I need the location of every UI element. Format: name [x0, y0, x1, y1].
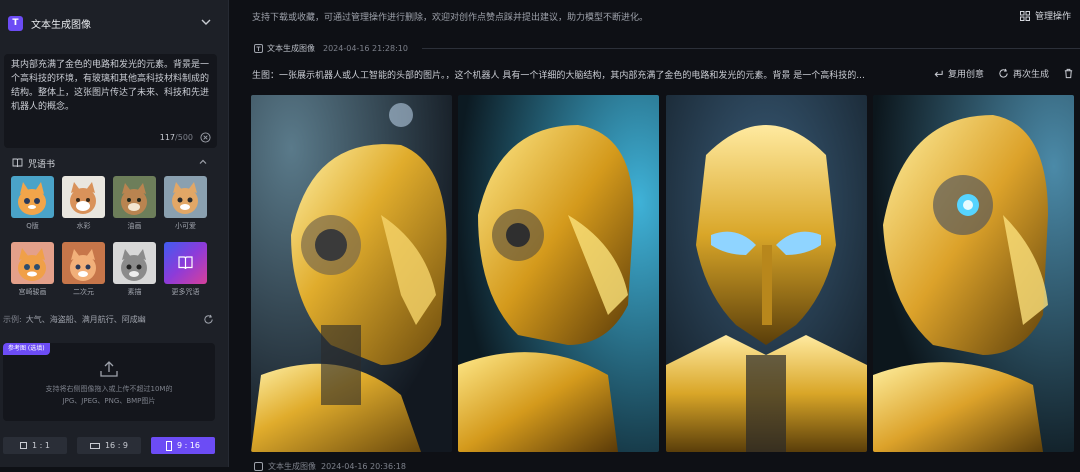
- record-prompt: 生图：一张展示机器人或人工智能的头部的图片。，这个机器人 具有一个详细的大脑结构…: [252, 71, 865, 80]
- examples-row: 示例: 大气、海盗船、满月航行、阿成幽: [3, 314, 218, 326]
- chevron-up-icon[interactable]: [198, 157, 208, 167]
- style-card-anime[interactable]: 二次元: [62, 242, 105, 300]
- chevron-down-icon[interactable]: [200, 16, 212, 28]
- reference-badge: 参考图 (选填): [3, 343, 50, 355]
- delete-button[interactable]: [1063, 68, 1074, 79]
- record-actions: 复用创意 再次生成: [933, 67, 1074, 80]
- style-card-watercolor[interactable]: 水彩: [62, 176, 105, 234]
- prompt-text[interactable]: 其内部充满了金色的电路和发光的元素。背景是一个高科技的环境，有玻璃和其他高科技材…: [11, 58, 211, 122]
- reuse-icon: [934, 70, 943, 78]
- style-card-cute[interactable]: 小可爱: [164, 176, 207, 234]
- record-tag: 文本生成图像: [267, 43, 315, 53]
- tool-title: 文本生成图像: [31, 19, 91, 31]
- spellbook-label: 咒语书: [28, 159, 56, 170]
- grid-icon: [1019, 10, 1030, 21]
- sidebar: T 文本生成图像 其内部充满了金色的电路和发光的元素。背景是一个高科技的环境，有…: [0, 0, 229, 467]
- text-tool-logo: T: [8, 15, 23, 31]
- square-ratio-icon: [20, 442, 28, 449]
- cat-thumbnail: [11, 176, 54, 218]
- manage-button[interactable]: 管理操作: [1019, 9, 1071, 22]
- upload-icon: [100, 361, 118, 377]
- divider: [421, 47, 1080, 49]
- record-header: 文本生成图像 2024-04-16 21:28:10: [254, 42, 1080, 54]
- result-image-4[interactable]: [873, 95, 1074, 452]
- more-spells-thumbnail: [164, 242, 207, 284]
- examples-list[interactable]: 大气、海盗船、满月航行、阿成幽: [26, 314, 146, 326]
- record-time: 2024-04-16 21:28:10: [323, 43, 408, 53]
- refresh-icon[interactable]: [203, 314, 214, 325]
- ratio-9-16-button[interactable]: 9 : 16: [151, 437, 215, 454]
- reference-upload[interactable]: 参考图 (选填) 支持将右侧图像拖入或上传不超过10M的 JPG、JPEG、PN…: [3, 343, 215, 421]
- ratio-1-1-button[interactable]: 1 : 1: [3, 437, 67, 454]
- regenerate-icon: [999, 68, 1008, 78]
- cat-thumbnail: [11, 242, 54, 284]
- text-tool-icon: [254, 43, 263, 53]
- result-image-3[interactable]: [666, 95, 867, 452]
- style-card-ghibli[interactable]: 宫崎骏画: [11, 242, 54, 300]
- style-card-more[interactable]: 更多咒语: [164, 242, 207, 300]
- book-icon: [12, 158, 23, 168]
- style-card-sketch[interactable]: 素描: [113, 242, 156, 300]
- char-counter: 117/500: [159, 133, 193, 142]
- cat-thumbnail: [113, 176, 156, 218]
- upload-hint-line1: 支持将右侧图像拖入或上传不超过10M的: [45, 385, 173, 393]
- tool-selector[interactable]: T 文本生成图像: [0, 0, 228, 46]
- manage-label: 管理操作: [1034, 12, 1071, 22]
- cat-thumbnail: [164, 176, 207, 218]
- prompt-input[interactable]: 其内部充满了金色的电路和发光的元素。背景是一个高科技的环境，有玻璃和其他高科技材…: [4, 54, 217, 148]
- style-card-q[interactable]: Q版: [11, 176, 54, 234]
- result-image-1[interactable]: [251, 95, 452, 452]
- spellbook-header[interactable]: 咒语书: [12, 156, 212, 170]
- cat-thumbnail: [113, 242, 156, 284]
- clear-icon[interactable]: [200, 132, 211, 143]
- image-gallery: [251, 95, 1074, 452]
- landscape-ratio-icon: [89, 442, 100, 449]
- examples-label: 示例:: [3, 315, 22, 324]
- aspect-ratio-selector: 1 : 1 16 : 9 9 : 16: [3, 437, 215, 454]
- style-card-oil[interactable]: 油画: [113, 176, 156, 234]
- regenerate-button[interactable]: 再次生成: [998, 67, 1049, 80]
- result-image-2[interactable]: [458, 95, 659, 452]
- upload-hint-line2: JPG、JPEG、PNG、BMP图片: [62, 397, 156, 405]
- style-grid: Q版 水彩 油画 小可爱 宫崎骏画 二次元 素描 更多咒语: [11, 176, 211, 300]
- ratio-16-9-button[interactable]: 16 : 9: [77, 437, 141, 454]
- cat-thumbnail: [62, 176, 105, 218]
- cat-thumbnail: [62, 242, 105, 284]
- reuse-button[interactable]: 复用创意: [933, 67, 984, 80]
- trash-icon: [1064, 68, 1073, 79]
- notice-text: 支持下载或收藏，可通过管理操作进行删除，欢迎对创作点赞点踩并提出建议，助力模型不…: [252, 13, 649, 23]
- portrait-ratio-icon: [165, 440, 172, 451]
